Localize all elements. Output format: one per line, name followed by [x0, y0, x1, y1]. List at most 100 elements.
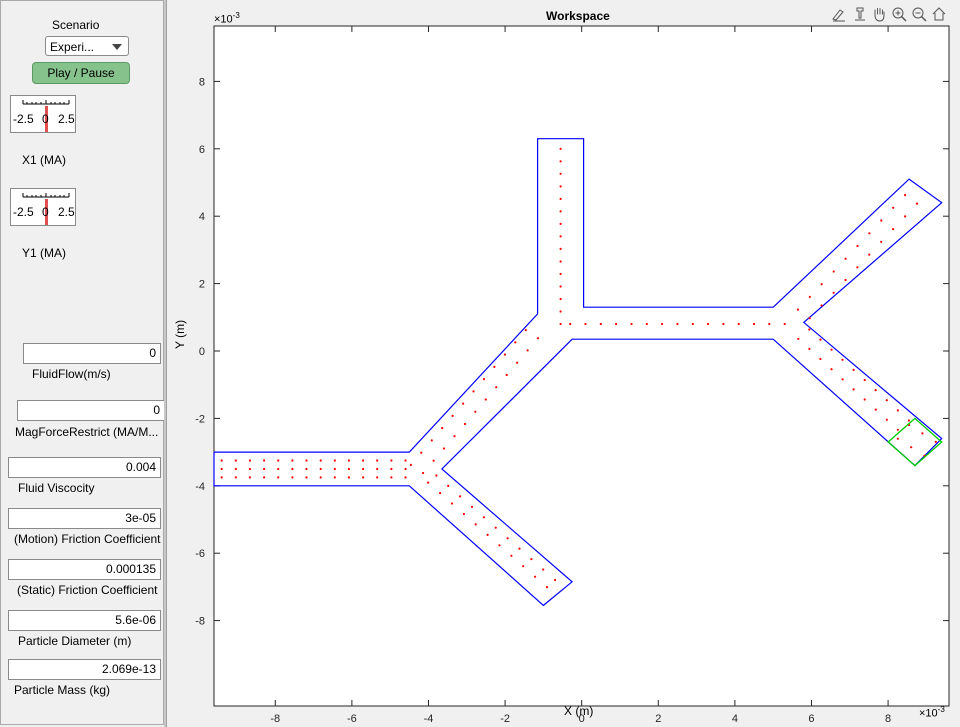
fluidflow-input[interactable]: 0 [23, 343, 161, 364]
x-tick-label: 4 [732, 713, 738, 725]
y-tick-label: 8 [199, 76, 205, 88]
particle [808, 347, 811, 350]
particle [482, 378, 486, 381]
particle [896, 409, 900, 412]
particle [291, 459, 294, 462]
particle [559, 285, 562, 288]
mass-label: Particle Mass (kg) [14, 683, 111, 697]
particle [737, 322, 740, 326]
particle [820, 283, 823, 286]
particle [430, 439, 433, 442]
particle [319, 467, 322, 471]
particle [852, 388, 855, 391]
workspace-plot[interactable]: -8 -6 -4 -2 0 2 4 6 8 86420-2-4-6-8 [167, 0, 960, 727]
particle [234, 459, 237, 462]
particle [885, 399, 888, 402]
y-exponent-label: ×10-3 [214, 11, 240, 26]
particle [518, 547, 521, 550]
magforce-input[interactable]: 0 [17, 400, 165, 421]
particle [830, 348, 833, 351]
particle [559, 160, 562, 163]
particle [880, 240, 883, 243]
particle [390, 459, 393, 462]
particle [599, 322, 602, 326]
particle [896, 428, 900, 431]
particle [319, 476, 322, 479]
particle [514, 341, 517, 344]
particle [376, 476, 379, 479]
particle [559, 172, 562, 175]
x-tick-label: -8 [270, 713, 280, 725]
particle [474, 523, 477, 526]
particle [420, 451, 423, 454]
particle [630, 322, 633, 326]
y-tick-label: -2 [195, 413, 205, 425]
scenario-value: Experi... [50, 40, 95, 54]
mass-input[interactable]: 2.069e-13 [8, 659, 161, 680]
viscosity-input[interactable]: 0.004 [8, 457, 161, 478]
x1-label: X1 (MA) [22, 153, 67, 167]
particle [559, 272, 562, 276]
static-friction-input[interactable]: 0.000135 [8, 559, 161, 580]
figure-area: Workspace -8 -6 -4 -2 0 2 4 6 8 8 6 4 2 0 -2 -4 -6 -8 X … [166, 0, 960, 727]
scenario-dropdown[interactable]: Experi... [45, 36, 129, 56]
particle [291, 467, 294, 471]
y-tick-label: -6 [195, 548, 205, 560]
knob-max-label: 2.5 [58, 112, 75, 126]
particle [248, 459, 251, 462]
knob-mid-label: 0 [42, 112, 49, 126]
particle [263, 459, 266, 462]
particle [248, 476, 251, 479]
particle [844, 278, 847, 282]
x-tick-label: 6 [808, 713, 814, 725]
particle [915, 202, 919, 205]
particle [427, 481, 430, 484]
y1-knob[interactable]: -2.5 0 2.5 [10, 188, 76, 226]
particle [832, 291, 835, 294]
plot-axes-box [213, 25, 950, 707]
motion-friction-input[interactable]: 3e-05 [8, 508, 161, 529]
particle [472, 390, 475, 393]
knob-max-label: 2.5 [58, 205, 75, 219]
particle [498, 544, 501, 547]
particle [768, 322, 771, 326]
particle [347, 476, 350, 479]
diameter-input[interactable]: 5.6e-06 [8, 610, 161, 631]
particle [559, 322, 562, 326]
control-panel: Scenario Experi... Play / Pause -2.5 0 2… [0, 0, 165, 725]
particle [904, 215, 907, 218]
diameter-label: Particle Diameter (m) [18, 634, 132, 648]
particle [470, 505, 474, 508]
particle [462, 512, 465, 516]
particle [447, 484, 450, 487]
particle [559, 222, 562, 225]
y-tick-label: 4 [199, 211, 205, 223]
knob-mid-label: 0 [42, 205, 49, 219]
particle [559, 147, 562, 150]
particle [432, 459, 435, 462]
y-tick-label: 6 [199, 144, 205, 156]
particle [462, 402, 465, 405]
particle [220, 476, 223, 479]
particle [435, 474, 438, 477]
particle [559, 197, 562, 200]
particle [844, 257, 847, 260]
particle [220, 459, 223, 462]
particle [904, 194, 907, 197]
particle [305, 476, 308, 479]
particle [819, 338, 822, 341]
play-pause-button[interactable]: Play / Pause [32, 62, 130, 84]
particle [510, 554, 513, 557]
y-tick-label: 2 [199, 279, 205, 291]
particle [526, 349, 529, 352]
particle [506, 537, 509, 540]
magforce-label: MagForceRestrict (MA/M... [15, 425, 159, 439]
particle [277, 459, 280, 462]
particle [910, 446, 913, 449]
particle [305, 459, 308, 462]
viscosity-label: Fluid Viscocity [18, 481, 95, 495]
particle [390, 476, 393, 479]
chevron-down-icon [112, 44, 122, 50]
particle [885, 418, 888, 421]
x1-knob[interactable]: -2.5 0 2.5 [10, 95, 76, 133]
